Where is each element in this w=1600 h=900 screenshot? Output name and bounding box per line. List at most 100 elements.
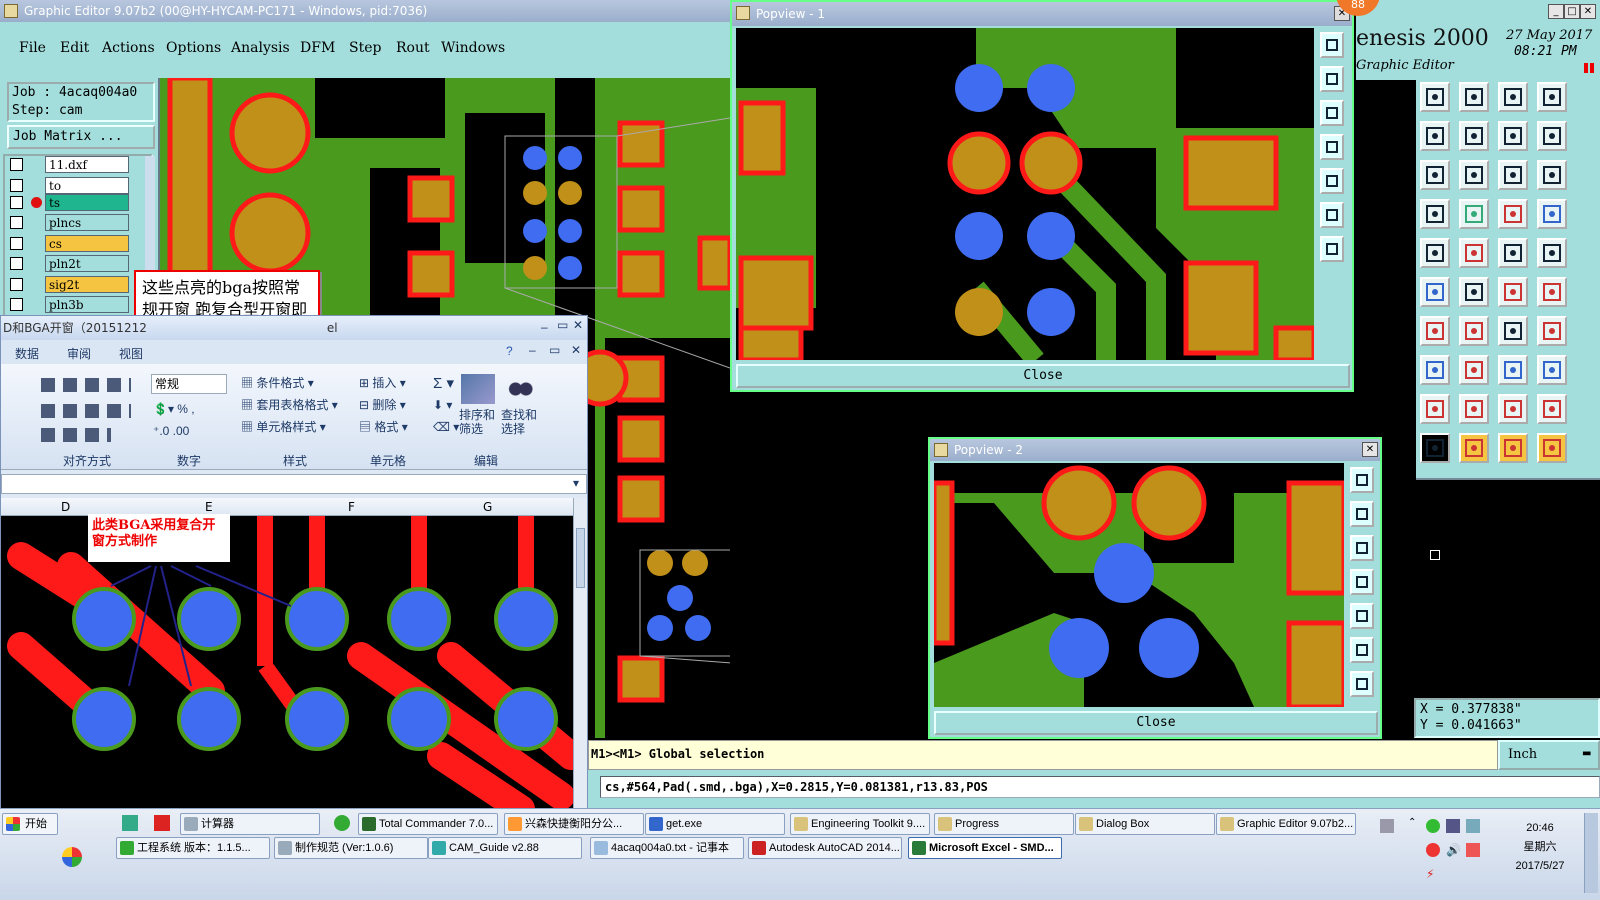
job-matrix-button[interactable]: Job Matrix ...: [7, 125, 155, 149]
col-f[interactable]: F: [348, 500, 355, 514]
layer-row-plncs[interactable]: plncs: [10, 214, 130, 231]
layer-row-pln3b[interactable]: pln3b: [10, 296, 130, 313]
popview-1-tool-3-icon[interactable]: [1320, 100, 1344, 126]
popview-1-title-bar[interactable]: Popview - 1: [732, 2, 1352, 26]
tool-line-move-icon[interactable]: [1459, 316, 1489, 346]
number-format-select[interactable]: 常规: [151, 374, 227, 394]
units-selector[interactable]: Inch ▬: [1498, 740, 1600, 770]
layer-checkbox[interactable]: [10, 298, 23, 311]
tool-zoom-out-icon[interactable]: [1459, 82, 1489, 112]
tray-qq-icon[interactable]: [1426, 819, 1440, 833]
tool-net-select-icon[interactable]: [1537, 433, 1567, 463]
start-button[interactable]: 开始: [2, 813, 58, 835]
menu-actions[interactable]: Actions: [102, 40, 155, 56]
taskbar-row1-item-5[interactable]: Engineering Toolkit 9....: [790, 813, 930, 835]
align-horizontal-icons[interactable]: [41, 404, 131, 418]
tool-minus-icon[interactable]: [1459, 355, 1489, 385]
popview-2-canvas[interactable]: [934, 463, 1344, 707]
clear-icon[interactable]: ⌫ ▾: [433, 420, 459, 434]
tool-grid-icon[interactable]: [1459, 199, 1489, 229]
layer-name[interactable]: to: [45, 177, 129, 194]
taskbar-row1-item-8[interactable]: Graphic Editor 9.07b2...: [1216, 813, 1356, 835]
taskbar-row1-item-6[interactable]: Progress: [934, 813, 1074, 835]
menu-step[interactable]: Step: [349, 40, 381, 56]
layer-row-cs[interactable]: cs: [10, 235, 130, 252]
tool-select-rect-icon[interactable]: [1459, 238, 1489, 268]
col-g[interactable]: G: [483, 500, 492, 514]
browser-icon[interactable]: [334, 815, 350, 831]
indent-icons[interactable]: [41, 428, 111, 442]
taskbar-row1-item-2[interactable]: Total Commander 7.0...: [358, 813, 498, 835]
tool-layers-blue-icon[interactable]: [1537, 199, 1567, 229]
decimal-icons[interactable]: ⁺.0 .00: [153, 424, 189, 438]
show-desktop-button[interactable]: [1584, 813, 1598, 893]
tool-triangle-b-icon[interactable]: [1459, 394, 1489, 424]
ribbon-min-button[interactable]: –: [529, 343, 536, 357]
ribbon-close-button[interactable]: ✕: [571, 343, 581, 357]
taskbar-row2-item-1[interactable]: 工程系统 版本：1.1.5...: [116, 837, 270, 859]
tool-fill-circle-icon[interactable]: [1537, 238, 1567, 268]
insert-button[interactable]: ⊞ 插入 ▾: [359, 374, 406, 391]
quicklaunch-1-icon[interactable]: [122, 815, 138, 831]
menu-rout[interactable]: Rout: [396, 40, 430, 56]
taskbar-row1-item-7[interactable]: Dialog Box: [1075, 813, 1215, 835]
tray-volume-icon[interactable]: 🔊: [1446, 843, 1461, 857]
layer-name[interactable]: plncs: [45, 214, 129, 231]
layer-row-11dxf[interactable]: 11.dxf: [10, 156, 130, 173]
layer-name[interactable]: cs: [45, 235, 129, 252]
tool-pad-add-icon[interactable]: [1420, 355, 1450, 385]
taskbar-row2-item-2[interactable]: 制作规范 (Ver:1.0.6): [274, 837, 428, 859]
tray-signal-icon[interactable]: [1466, 819, 1480, 833]
tool-select-poly-icon[interactable]: [1420, 238, 1450, 268]
excel-min-button[interactable]: –: [541, 320, 548, 334]
popview-2-tool-5-icon[interactable]: [1350, 603, 1374, 629]
tool-step-view-icon[interactable]: [1459, 160, 1489, 190]
main-title-bar[interactable]: Graphic Editor 9.07b2 (00@HY-HYCAM-PC171…: [0, 0, 730, 22]
excel-close-button[interactable]: ✕: [573, 318, 583, 332]
layer-name[interactable]: pln2t: [45, 255, 129, 272]
tray-app-icon[interactable]: [1426, 843, 1440, 857]
popview-2-tool-1-icon[interactable]: [1350, 467, 1374, 493]
tool-line-draw-icon[interactable]: [1420, 316, 1450, 346]
command-line[interactable]: M1><M1> Global selection: [588, 740, 1498, 770]
popview-1-canvas[interactable]: [736, 28, 1314, 360]
taskbar-row2-item-4[interactable]: 4acaq004a0.txt - 记事本: [590, 837, 744, 859]
tool-box-select-icon[interactable]: [1537, 355, 1567, 385]
tab-review[interactable]: 审阅: [67, 345, 91, 362]
menu-edit[interactable]: Edit: [60, 40, 89, 56]
format-button[interactable]: ▤ 格式 ▾: [359, 418, 408, 435]
popview-2-title-bar[interactable]: Popview - 2: [930, 439, 1380, 461]
mini-view[interactable]: [1416, 478, 1600, 696]
popview-1-tool-4-icon[interactable]: [1320, 134, 1344, 160]
taskbar-row1-item-3[interactable]: 兴森快捷衡阳分公...: [504, 813, 644, 835]
popview-1-tool-7-icon[interactable]: [1320, 236, 1344, 262]
menu-analysis[interactable]: Analysis: [231, 40, 290, 56]
tool-triangle-a-icon[interactable]: [1420, 394, 1450, 424]
popview-1-tool-5-icon[interactable]: [1320, 168, 1344, 194]
tool-delete-node-icon[interactable]: [1459, 277, 1489, 307]
tool-node-edit-icon[interactable]: [1420, 277, 1450, 307]
tool-zoom-home-icon[interactable]: [1420, 82, 1450, 112]
tool-features-icon[interactable]: [1420, 199, 1450, 229]
layer-name[interactable]: sig2t: [45, 276, 129, 293]
popview-2-tool-2-icon[interactable]: [1350, 501, 1374, 527]
pdf-icon[interactable]: [154, 815, 170, 831]
tray-antivirus-icon[interactable]: [1466, 843, 1480, 857]
layer-checkbox[interactable]: [10, 158, 23, 171]
popview-1-tool-6-icon[interactable]: [1320, 202, 1344, 228]
layer-name[interactable]: ts: [45, 194, 129, 211]
popview-2-tool-3-icon[interactable]: [1350, 535, 1374, 561]
tool-vertex-move-icon[interactable]: [1537, 277, 1567, 307]
layer-row-sig2t[interactable]: sig2t: [10, 276, 130, 293]
sum-icon[interactable]: Σ ▾: [433, 374, 454, 392]
tool-pointer-icon[interactable]: [1420, 433, 1450, 463]
layer-row-to[interactable]: to: [10, 177, 130, 194]
tray-arrow-icon[interactable]: ⌃: [1408, 817, 1416, 828]
fill-icon[interactable]: ⬇ ▾: [433, 398, 452, 412]
excel-title-bar[interactable]: D和BGA开窗（20151212 el: [1, 316, 587, 340]
sort-filter-label[interactable]: 排序和筛选: [459, 408, 499, 436]
genesis-min-button[interactable]: _: [1548, 4, 1564, 19]
tab-data[interactable]: 数据: [15, 345, 39, 362]
ribbon-restore-button[interactable]: ▭: [549, 343, 560, 357]
popview-2-close-icon[interactable]: ✕: [1362, 442, 1378, 457]
